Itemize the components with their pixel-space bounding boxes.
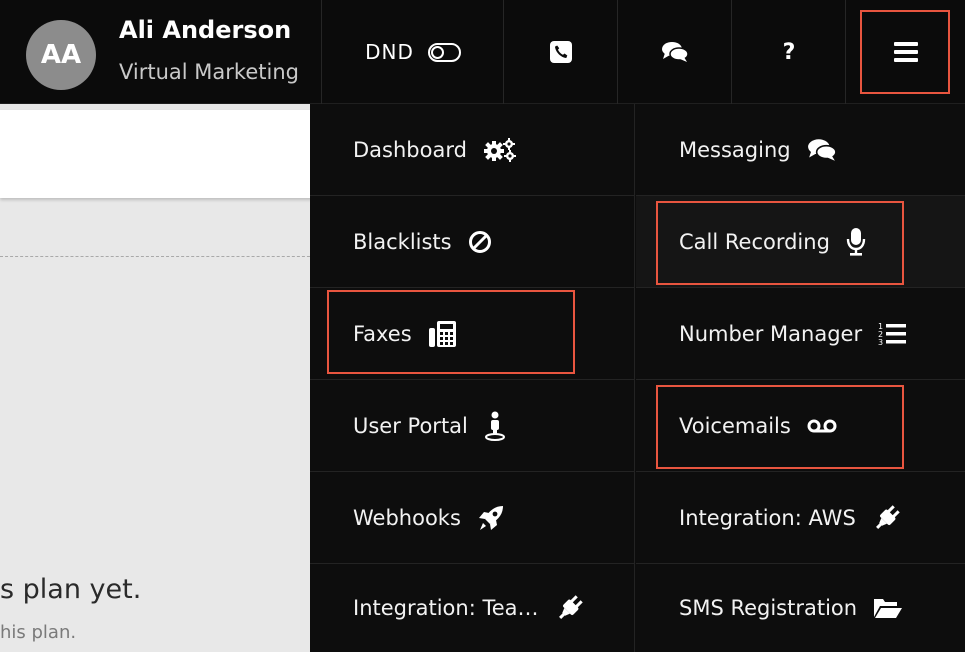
fax-icon xyxy=(428,320,458,348)
dnd-toggle-button[interactable]: DND xyxy=(323,0,504,104)
dashed-divider xyxy=(0,256,320,257)
rocket-icon xyxy=(477,504,505,532)
menu-item-label: Call Recording xyxy=(679,229,830,254)
content-header-card xyxy=(0,110,320,198)
menu-item-integration-aws[interactable]: Integration: AWS xyxy=(636,472,965,564)
avatar[interactable]: AA xyxy=(26,20,96,90)
plug-icon xyxy=(872,503,902,533)
menu-item-label: Voicemails xyxy=(679,413,791,438)
menu-item-integration-teams[interactable]: Integration: Tea… xyxy=(310,564,635,652)
user-name: Ali Anderson xyxy=(119,16,292,44)
phone-button[interactable] xyxy=(505,0,618,104)
phone-icon xyxy=(550,41,572,63)
menu-item-call-recording[interactable]: Call Recording xyxy=(636,196,965,288)
gears-icon xyxy=(483,137,517,163)
top-bar: AA Ali Anderson Virtual Marketing DND ? xyxy=(0,0,965,104)
empty-state-title: s plan yet. xyxy=(0,574,142,605)
hamburger-menu-icon xyxy=(894,38,918,66)
menu-item-user-portal[interactable]: User Portal xyxy=(310,380,635,472)
user-company: Virtual Marketing xyxy=(119,60,299,84)
menu-item-label: Integration: Tea… xyxy=(353,596,539,620)
menu-item-label: Integration: AWS xyxy=(679,505,856,530)
dnd-label: DND xyxy=(365,40,414,64)
menu-item-webhooks[interactable]: Webhooks xyxy=(310,472,635,564)
menu-item-label: Messaging xyxy=(679,137,791,162)
help-button[interactable]: ? xyxy=(733,0,846,104)
chat-button[interactable] xyxy=(619,0,732,104)
menu-item-label: Faxes xyxy=(353,321,412,346)
toggle-off-icon xyxy=(427,42,461,62)
main-menu-button[interactable] xyxy=(847,0,965,104)
voicemail-icon xyxy=(807,418,837,434)
folder-open-icon xyxy=(873,596,903,620)
user-profile[interactable]: AA Ali Anderson Virtual Marketing xyxy=(0,0,322,104)
chat-icon xyxy=(662,42,689,62)
user-pin-icon xyxy=(484,411,506,441)
plug-icon xyxy=(555,593,585,623)
main-menu-dropdown: Dashboard Blacklists Faxes User Portal W… xyxy=(310,104,965,652)
ban-icon xyxy=(468,230,492,254)
menu-item-dashboard[interactable]: Dashboard xyxy=(310,104,635,196)
menu-item-sms-registration[interactable]: SMS Registration xyxy=(636,564,965,652)
help-icon: ? xyxy=(782,39,796,65)
menu-item-label: Blacklists xyxy=(353,229,452,254)
empty-state-subtitle: his plan. xyxy=(0,622,77,643)
menu-item-number-manager[interactable]: Number Manager 1 2 3 xyxy=(636,288,965,380)
menu-item-label: Dashboard xyxy=(353,137,467,162)
chat-icon xyxy=(807,138,837,162)
menu-item-voicemails[interactable]: Voicemails xyxy=(636,380,965,472)
menu-item-label: Webhooks xyxy=(353,505,461,530)
microphone-icon xyxy=(846,227,866,257)
menu-item-blacklists[interactable]: Blacklists xyxy=(310,196,635,288)
menu-item-label: SMS Registration xyxy=(679,596,858,620)
menu-item-messaging[interactable]: Messaging xyxy=(636,104,965,196)
menu-item-faxes[interactable]: Faxes xyxy=(310,288,635,380)
menu-item-label: Number Manager xyxy=(679,321,863,346)
svg-text:3: 3 xyxy=(878,338,883,347)
numbered-list-icon: 1 2 3 xyxy=(878,321,908,347)
menu-item-label: User Portal xyxy=(353,413,468,438)
